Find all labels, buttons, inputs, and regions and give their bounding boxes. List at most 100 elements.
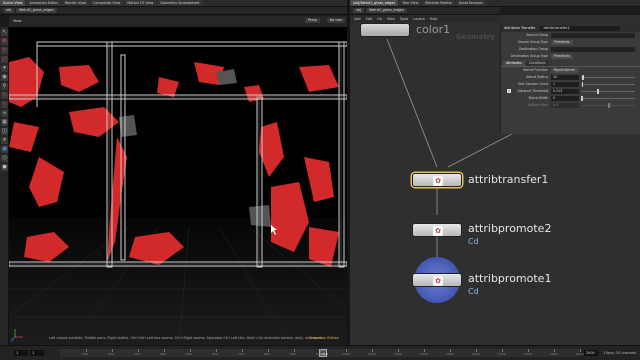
param-slider-value[interactable]: 1: [551, 82, 579, 87]
display-tool-icon[interactable]: ▣: [1, 146, 8, 153]
param-slider-track[interactable]: [581, 98, 635, 99]
right-tab[interactable]: Material Palette: [422, 0, 455, 6]
grid-tool-icon[interactable]: ▦: [1, 119, 8, 126]
view-tool-icon[interactable]: ◉: [1, 74, 8, 81]
timeline-tick-label: 800: [264, 352, 270, 356]
param-row: Distance Threshold 0.313 ✓: [501, 88, 640, 95]
parameter-panel: Attribute Transfer attribtransfer1 Sourc…: [500, 24, 640, 134]
timeline-tick-label: 600: [212, 352, 218, 356]
attribpromote1-label: attribpromote1: [468, 272, 552, 285]
range-end-field[interactable]: 2000: [584, 350, 598, 356]
attribpromote1-node[interactable]: ✿: [412, 273, 462, 287]
timeline-tick-label: 1100: [342, 352, 350, 356]
left-tab[interactable]: Render View: [61, 0, 90, 6]
param-slider-value[interactable]: 0.5: [551, 103, 579, 108]
param-field[interactable]: [551, 47, 635, 52]
param-slider-value[interactable]: 0.313: [551, 89, 579, 94]
color-node[interactable]: [360, 23, 410, 37]
param-dropdown[interactable]: Wyvill Kernel: [551, 68, 578, 73]
attribtransfer1-node[interactable]: ✿: [412, 173, 462, 187]
attribpromote2-node[interactable]: ✿: [412, 223, 462, 237]
param-slider-knob[interactable]: [582, 75, 584, 80]
camera-persp-button[interactable]: Persp: [305, 18, 320, 23]
timeline-tick-label: 700: [238, 352, 244, 356]
attribtransfer-icon: ✿: [433, 176, 443, 186]
timeline-tick-label: 2000: [576, 352, 584, 356]
param-slider-track[interactable]: [581, 84, 635, 85]
attribpromote2-attr: Cd: [468, 237, 479, 246]
param-header: Attribute Transfer attribtransfer1: [501, 24, 640, 32]
3d-viewport[interactable]: [9, 27, 347, 345]
brush-tool-icon[interactable]: ✎: [1, 92, 8, 99]
wire-tool-icon[interactable]: ⬡: [1, 155, 8, 162]
attribpromote1-icon: ✿: [433, 276, 443, 286]
param-slider-knob[interactable]: [581, 82, 584, 87]
left-path-bar: obj Weird1_grass_edges: [0, 7, 347, 15]
param-label: Kernel Function: [523, 68, 548, 72]
param-dropdown[interactable]: Primitives: [551, 54, 573, 59]
pose-tool-icon[interactable]: ⚲: [1, 83, 8, 90]
color-node-label: color1: [416, 23, 451, 36]
snap-tool-icon[interactable]: ◈: [1, 110, 8, 117]
param-slider[interactable]: 0: [551, 96, 635, 101]
scale-tool-icon[interactable]: ⤢: [1, 56, 8, 63]
range-start2-field[interactable]: 1: [30, 350, 44, 356]
left-tab[interactable]: Motion FX View: [124, 0, 157, 6]
left-tab[interactable]: Animation Editor: [26, 0, 61, 6]
param-slider-track[interactable]: [581, 91, 635, 92]
param-slider-value[interactable]: 0: [551, 96, 579, 101]
right-tab[interactable]: Tree View: [399, 0, 422, 6]
left-tab[interactable]: Composite View: [90, 0, 124, 6]
param-slider-track[interactable]: [581, 77, 635, 78]
param-slider[interactable]: 0.313: [551, 89, 635, 94]
param-label: Destination Group Type: [510, 54, 548, 58]
param-tabs: Attributes Conditions: [501, 60, 640, 67]
param-slider[interactable]: 1: [551, 82, 635, 87]
shade-tool-icon[interactable]: ●: [1, 164, 8, 171]
distance-threshold-checkbox[interactable]: ✓: [507, 89, 511, 93]
param-dropdown[interactable]: Primitives: [551, 40, 573, 45]
param-slider-knob[interactable]: [608, 103, 610, 108]
left-tab[interactable]: Geometry Spreadsheet: [157, 0, 203, 6]
obj-path-button[interactable]: obj: [3, 8, 15, 13]
magnet-tool-icon[interactable]: ∩: [1, 101, 8, 108]
right-tab[interactable]: /obj/Weird1_grass_edges: [350, 0, 399, 6]
param-row: Source Group Type Primitives: [501, 39, 640, 46]
timeline-tick-label: 400: [160, 352, 166, 356]
param-row: Destination Group Type Primitives: [501, 53, 640, 60]
param-label: Uniform Bias: [527, 103, 548, 107]
node-type-label: Attribute Transfer: [504, 26, 536, 30]
timeline-track[interactable]: 1012 100 200 300 400 500 600 700 800 900 1000 1100…: [60, 349, 584, 357]
param-slider-knob[interactable]: [581, 96, 583, 101]
attribpromote2-label: attribpromote2: [468, 222, 552, 235]
camera-tool-icon[interactable]: ◫: [1, 128, 8, 135]
param-slider[interactable]: 0.5: [551, 103, 635, 108]
node-name-field[interactable]: attribtransfer1: [540, 25, 621, 31]
param-slider-value[interactable]: 10: [551, 75, 579, 80]
param-field[interactable]: [551, 33, 635, 38]
geo-path-button-right[interactable]: Weird1_grass_edges: [366, 8, 407, 13]
attribtransfer1-label: attribtransfer1: [468, 173, 549, 186]
obj-path-button-right[interactable]: obj: [353, 8, 365, 13]
move-tool-icon[interactable]: ✥: [1, 38, 8, 45]
viewport-header: View Persp No cam: [9, 16, 347, 27]
param-tab[interactable]: Conditions: [525, 61, 549, 66]
light-tool-icon[interactable]: ☀: [1, 137, 8, 144]
range-start-field[interactable]: 1: [14, 350, 28, 356]
param-slider-knob[interactable]: [597, 89, 599, 94]
timeline-tick-label: 1900: [550, 352, 558, 356]
param-label: Source Group Type: [518, 40, 548, 44]
attribpromote2-icon: ✿: [433, 226, 443, 236]
right-tab[interactable]: Asset Browser: [455, 0, 486, 6]
geo-path-button[interactable]: Weird1_grass_edges: [16, 8, 57, 13]
param-tab[interactable]: Attributes: [503, 61, 525, 66]
param-label: Blend Width: [528, 96, 548, 100]
left-tab[interactable]: Scene View: [0, 0, 26, 6]
no-cam-button[interactable]: No cam: [327, 18, 346, 23]
param-slider[interactable]: 10: [551, 75, 635, 80]
left-toolbar: ↖ ✥ ↻ ⤢ ✦ ◉ ⚲ ✎ ∩ ◈ ▦ ◫ ☀ ▣ ⬡ ●: [0, 27, 9, 345]
select-tool-icon[interactable]: ↖: [1, 29, 8, 36]
timeline-tick-label: 900: [290, 352, 296, 356]
handle-tool-icon[interactable]: ✦: [1, 65, 8, 72]
rotate-tool-icon[interactable]: ↻: [1, 47, 8, 54]
